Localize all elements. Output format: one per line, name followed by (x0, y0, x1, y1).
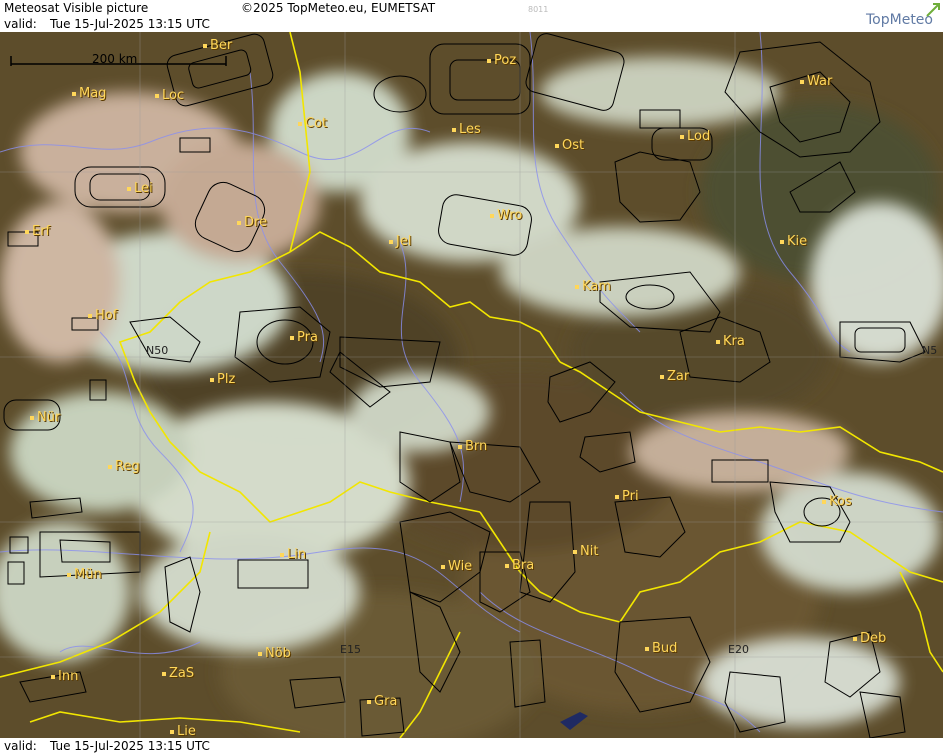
product-title: Meteosat Visible picture (4, 1, 149, 15)
logo-text: TopMeteo (866, 12, 933, 28)
city-zar: Zar (660, 369, 689, 384)
city-lin: Lin (280, 547, 306, 562)
scale-bar: 200 km (10, 52, 230, 72)
city-ber: Ber (203, 38, 232, 53)
city-pri: Pri (615, 489, 639, 504)
city-mag: Mag (72, 86, 106, 101)
logo-arrow-icon (926, 3, 940, 17)
city-erf: Erf (25, 224, 50, 239)
image-id: 8011 (528, 5, 549, 14)
city-les: Les (452, 122, 481, 137)
map-layers (0, 32, 943, 738)
scale-bar-label: 200 km (92, 52, 138, 66)
satellite-map: 200 km N50 N5 E15 E20 Ber Mag Loc Cot Po… (0, 32, 943, 738)
city-reg: Reg (108, 459, 140, 474)
city-hof: Hof (88, 308, 117, 323)
lon-label-e20: E20 (728, 643, 749, 656)
city-lei: Lei (127, 181, 153, 196)
city-dre: Dre (237, 215, 267, 230)
city-pra: Pra (290, 330, 318, 345)
city-brn: Brn (458, 439, 487, 454)
lon-label-e15: E15 (340, 643, 361, 656)
city-loc: Loc (155, 88, 184, 103)
city-lod: Lod (680, 129, 710, 144)
city-kra: Kra (716, 334, 745, 349)
valid-prefix: valid: (4, 17, 37, 31)
city-deb: Deb (853, 631, 886, 646)
city-kos: Kos (822, 494, 852, 509)
city-nob: Nöb (258, 646, 291, 661)
city-mun: Mün (67, 567, 102, 582)
city-plz: Plz (210, 372, 235, 387)
footer-valid-time: Tue 15-Jul-2025 13:15 UTC (50, 739, 210, 753)
city-ost: Ost (555, 138, 584, 153)
footer-valid-prefix: valid: (4, 739, 37, 753)
valid-time: Tue 15-Jul-2025 13:15 UTC (50, 17, 210, 31)
lat-label-n50: N50 (146, 344, 169, 357)
footer-bar: valid: Tue 15-Jul-2025 13:15 UTC (0, 738, 943, 754)
city-wro: Wro (490, 208, 522, 223)
city-zas: ZaS (162, 666, 194, 681)
city-nur: Nür (30, 410, 60, 425)
city-wie: Wie (441, 559, 472, 574)
lat-label-right: N5 (922, 344, 938, 357)
city-kie: Kie (780, 234, 807, 249)
city-gra: Gra (367, 694, 397, 709)
city-jel: Jel (389, 234, 411, 249)
city-cot: Cot (298, 116, 327, 131)
copyright: ©2025 TopMeteo.eu, EUMETSAT (241, 1, 436, 15)
city-bra: Bra (505, 558, 534, 573)
city-nit: Nit (573, 544, 598, 559)
city-lie: Lie (170, 724, 196, 738)
city-poz: Poz (487, 53, 516, 68)
city-bud: Bud (645, 641, 677, 656)
city-inn: Inn (51, 669, 78, 684)
city-kam: Kam (575, 279, 611, 294)
header-bar: Meteosat Visible picture ©2025 TopMeteo.… (0, 0, 943, 32)
topmeteo-logo: TopMeteo (866, 3, 940, 28)
city-war: War (800, 74, 832, 89)
